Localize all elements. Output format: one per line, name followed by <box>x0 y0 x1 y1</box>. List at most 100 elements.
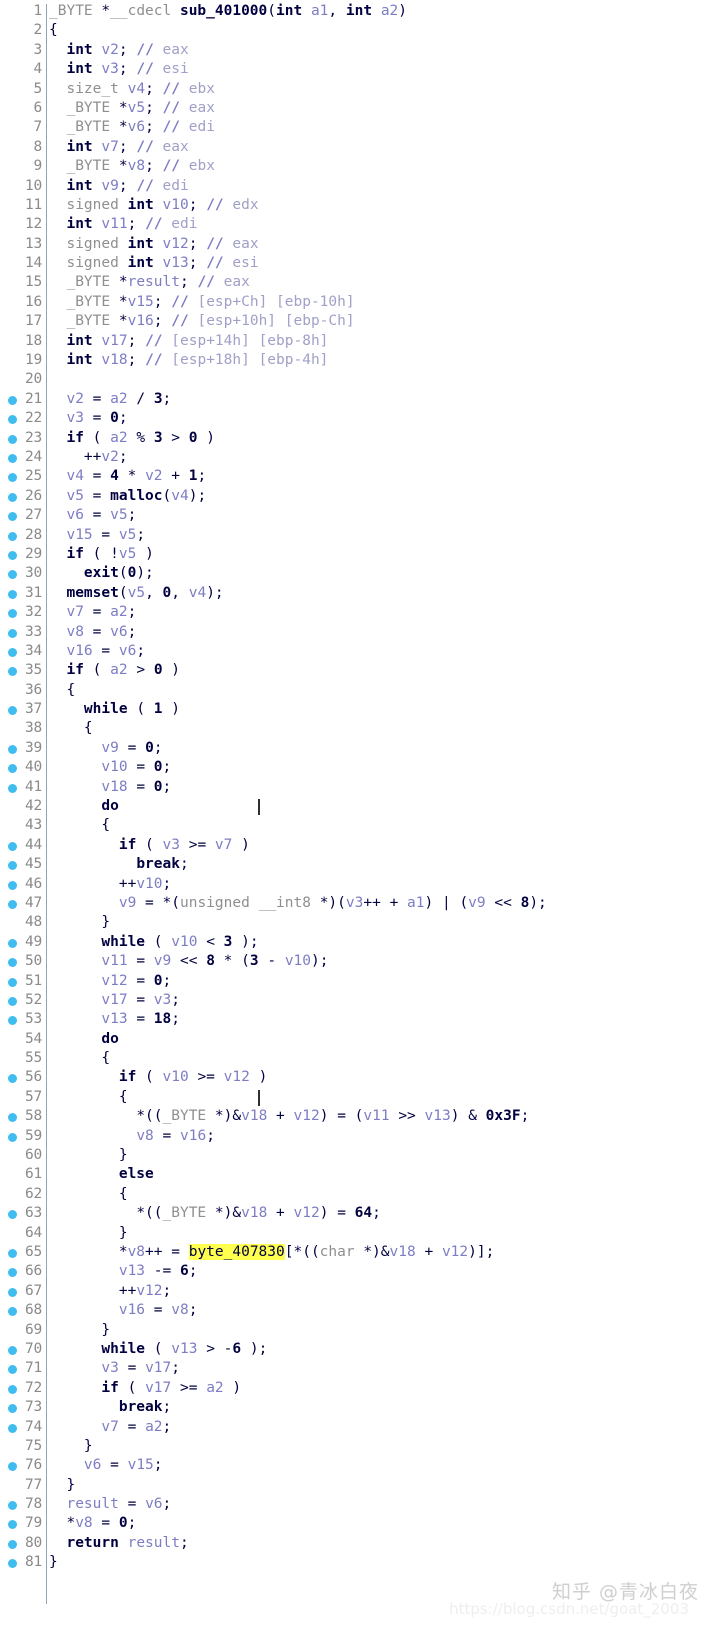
code-text[interactable]: break; <box>49 855 188 874</box>
code-text[interactable]: v4 = 4 * v2 + 1; <box>49 467 206 486</box>
code-line[interactable]: 36 { <box>0 681 713 700</box>
code-line[interactable]: 63 *((_BYTE *)&v18 + v12) = 64; <box>0 1204 713 1223</box>
code-text[interactable]: *((_BYTE *)&v18 + v12) = (v11 >> v13) & … <box>49 1107 529 1126</box>
code-line[interactable]: 30 exit(0); <box>0 564 713 583</box>
code-line[interactable]: 4 int v3; // esi <box>0 60 713 79</box>
code-text[interactable]: int v2; // eax <box>49 41 188 60</box>
code-text[interactable]: v18 = 0; <box>49 778 171 797</box>
code-text[interactable]: do <box>49 797 118 816</box>
code-text[interactable]: v5 = malloc(v4); <box>49 487 206 506</box>
pseudocode-view[interactable]: 1 _BYTE *__cdecl sub_401000(int a1, int a… <box>0 0 713 1626</box>
code-text[interactable]: while ( 1 ) <box>49 700 180 719</box>
code-text[interactable]: v3 = 0; <box>49 409 127 428</box>
code-text[interactable]: ++v10; <box>49 875 171 894</box>
code-line[interactable]: 26 v5 = malloc(v4); <box>0 487 713 506</box>
code-text[interactable]: ++v12; <box>49 1282 171 1301</box>
code-text[interactable]: return result; <box>49 1534 188 1553</box>
code-line[interactable]: 12 int v11; // edi <box>0 215 713 234</box>
code-line[interactable]: 72 if ( v17 >= a2 ) <box>0 1379 713 1398</box>
code-text[interactable]: } <box>49 1476 75 1495</box>
code-text[interactable]: _BYTE *result; // eax <box>49 273 249 292</box>
code-line[interactable]: 47 v9 = *(unsigned __int8 *)(v3++ + a1) … <box>0 894 713 913</box>
code-text[interactable]: { <box>49 816 110 835</box>
code-line[interactable]: 66 v13 -= 6; <box>0 1262 713 1281</box>
code-line[interactable]: 17 _BYTE *v16; // [esp+10h] [ebp-Ch] <box>0 312 713 331</box>
code-line[interactable]: 35 if ( a2 > 0 ) <box>0 661 713 680</box>
code-line[interactable]: 54 do <box>0 1030 713 1049</box>
code-line[interactable]: 20 <box>0 370 713 389</box>
code-line[interactable]: 65 *v8++ = byte_407830[*((char *)&v18 + … <box>0 1243 713 1262</box>
code-line[interactable]: 41 v18 = 0; <box>0 778 713 797</box>
code-text[interactable]: v16 = v6; <box>49 642 145 661</box>
code-line[interactable]: 43 { <box>0 816 713 835</box>
code-text[interactable]: } <box>49 1146 128 1165</box>
code-line[interactable]: 55 { <box>0 1049 713 1068</box>
code-line[interactable]: 67 ++v12; <box>0 1282 713 1301</box>
code-line[interactable]: 25 v4 = 4 * v2 + 1; <box>0 467 713 486</box>
code-text[interactable]: exit(0); <box>49 564 154 583</box>
code-line[interactable]: 9 _BYTE *v8; // ebx <box>0 157 713 176</box>
code-text[interactable]: } <box>49 1437 93 1456</box>
code-text[interactable]: if ( v3 >= v7 ) <box>49 836 250 855</box>
code-text[interactable]: _BYTE *v16; // [esp+10h] [ebp-Ch] <box>49 312 354 331</box>
code-text[interactable]: if ( a2 > 0 ) <box>49 661 180 680</box>
code-text[interactable]: v12 = 0; <box>49 972 171 991</box>
code-text[interactable]: do <box>49 1030 118 1049</box>
code-text[interactable]: } <box>49 913 110 932</box>
code-text[interactable]: _BYTE *v8; // ebx <box>49 157 214 176</box>
code-line[interactable]: 5 size_t v4; // ebx <box>0 80 713 99</box>
code-line[interactable]: 71 v3 = v17; <box>0 1359 713 1378</box>
code-text[interactable]: break; <box>49 1398 171 1417</box>
code-text[interactable]: } <box>49 1553 58 1572</box>
code-text[interactable]: { <box>49 21 58 40</box>
code-text[interactable]: v16 = v8; <box>49 1301 198 1320</box>
code-text[interactable]: v7 = a2; <box>49 603 136 622</box>
code-text[interactable]: if ( v10 >= v12 ) <box>49 1068 267 1087</box>
code-line[interactable]: 14 signed int v13; // esi <box>0 254 713 273</box>
code-line[interactable]: 39 v9 = 0; <box>0 739 713 758</box>
code-line[interactable]: 21 v2 = a2 / 3; <box>0 390 713 409</box>
code-text[interactable]: v9 = *(unsigned __int8 *)(v3++ + a1) | (… <box>49 894 547 913</box>
code-text[interactable]: v13 -= 6; <box>49 1262 198 1281</box>
code-line[interactable]: 74 v7 = a2; <box>0 1418 713 1437</box>
code-text[interactable]: v13 = 18; <box>49 1010 180 1029</box>
code-text[interactable]: result = v6; <box>49 1495 171 1514</box>
code-text[interactable]: v9 = 0; <box>49 739 162 758</box>
code-line[interactable]: 3 int v2; // eax <box>0 41 713 60</box>
code-line[interactable]: 8 int v7; // eax <box>0 138 713 157</box>
code-text[interactable]: *((_BYTE *)&v18 + v12) = 64; <box>49 1204 381 1223</box>
code-text[interactable]: _BYTE *v6; // edi <box>49 118 214 137</box>
code-text[interactable]: { <box>49 719 93 738</box>
code-text[interactable]: v10 = 0; <box>49 758 171 777</box>
code-line[interactable]: 42 do <box>0 797 713 816</box>
code-line[interactable]: 48 } <box>0 913 713 932</box>
code-line[interactable]: 40 v10 = 0; <box>0 758 713 777</box>
code-text[interactable]: memset(v5, 0, v4); <box>49 584 223 603</box>
code-text[interactable]: int v3; // esi <box>49 60 188 79</box>
code-line[interactable]: 57 { <box>0 1088 713 1107</box>
code-text[interactable]: int v18; // [esp+18h] [ebp-4h] <box>49 351 328 370</box>
code-text[interactable]: int v17; // [esp+14h] [ebp-8h] <box>49 332 328 351</box>
code-line[interactable]: 13 signed int v12; // eax <box>0 235 713 254</box>
code-line[interactable]: 23 if ( a2 % 3 > 0 ) <box>0 429 713 448</box>
code-line[interactable]: 45 break; <box>0 855 713 874</box>
code-line[interactable]: 62 { <box>0 1185 713 1204</box>
code-line[interactable]: 44 if ( v3 >= v7 ) <box>0 836 713 855</box>
code-text[interactable]: v3 = v17; <box>49 1359 180 1378</box>
code-text[interactable]: _BYTE *__cdecl sub_401000(int a1, int a2… <box>49 2 407 21</box>
code-text[interactable]: int v7; // eax <box>49 138 188 157</box>
code-line[interactable]: 16 _BYTE *v15; // [esp+Ch] [ebp-10h] <box>0 293 713 312</box>
code-line[interactable]: 61 else <box>0 1165 713 1184</box>
code-line[interactable]: 76 v6 = v15; <box>0 1456 713 1475</box>
code-line[interactable]: 24 ++v2; <box>0 448 713 467</box>
code-line[interactable]: 22 v3 = 0; <box>0 409 713 428</box>
code-text[interactable]: v2 = a2 / 3; <box>49 390 171 409</box>
code-line[interactable]: 80 return result; <box>0 1534 713 1553</box>
code-text[interactable]: signed int v10; // edx <box>49 196 258 215</box>
code-line[interactable]: 51 v12 = 0; <box>0 972 713 991</box>
code-text[interactable]: v6 = v15; <box>49 1456 163 1475</box>
code-text[interactable]: v11 = v9 << 8 * (3 - v10); <box>49 952 328 971</box>
code-line[interactable]: 75 } <box>0 1437 713 1456</box>
code-line[interactable]: 29 if ( !v5 ) <box>0 545 713 564</box>
code-text[interactable]: while ( v10 < 3 ); <box>49 933 258 952</box>
